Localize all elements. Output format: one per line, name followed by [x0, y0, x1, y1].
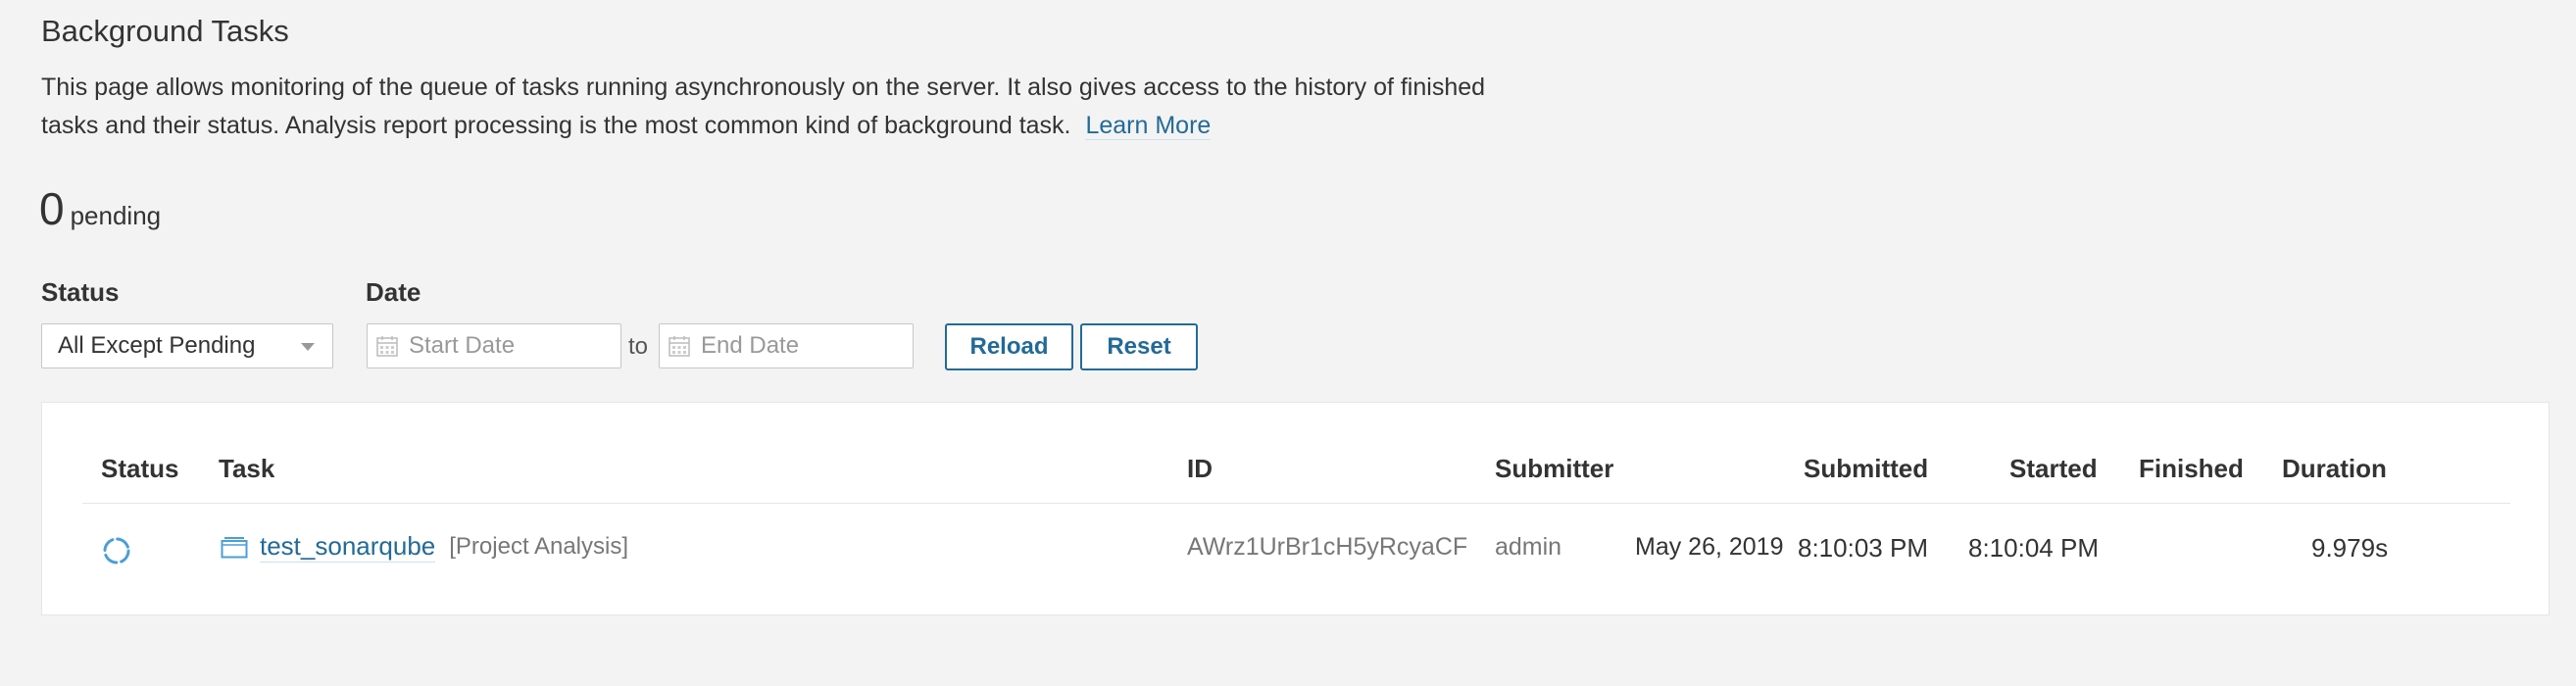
- tasks-table-panel: [41, 402, 2550, 615]
- column-header-submitter: Submitter: [1495, 454, 1614, 483]
- spinner-icon: [103, 537, 130, 564]
- calendar-icon: [669, 336, 690, 357]
- task-submitted-date: May 26, 2019: [1635, 533, 1784, 561]
- column-header-task: Task: [219, 454, 275, 483]
- pending-count: 0: [39, 183, 65, 234]
- page-title: Background Tasks: [41, 14, 289, 48]
- column-header-status: Status: [101, 454, 179, 483]
- status-select-value: All Except Pending: [58, 332, 256, 359]
- column-header-duration: Duration: [2282, 454, 2387, 483]
- status-select[interactable]: All Except Pending: [41, 323, 333, 368]
- page-description: This page allows monitoring of the queue…: [41, 69, 1629, 145]
- calendar-icon: [376, 336, 398, 357]
- column-header-started: Started: [2009, 454, 2098, 483]
- task-id: AWrz1UrBr1cH5yRcyaCF: [1187, 533, 1468, 561]
- task-cell: test_sonarqube [Project Analysis]: [221, 531, 628, 563]
- task-started: 8:10:04 PM: [1968, 533, 2099, 563]
- column-header-id: ID: [1187, 454, 1213, 483]
- reload-button[interactable]: Reload: [945, 323, 1073, 370]
- status-filter-label: Status: [41, 277, 120, 307]
- task-project-link[interactable]: test_sonarqube: [260, 531, 436, 563]
- start-date-placeholder: Start Date: [409, 332, 516, 359]
- task-duration: 9.979s: [2311, 533, 2389, 563]
- date-filter-label: Date: [366, 277, 421, 307]
- chevron-down-icon: [301, 343, 315, 351]
- pending-counter: 0 pending: [39, 182, 161, 235]
- column-header-submitted: Submitted: [1804, 454, 1929, 483]
- column-header-finished: Finished: [2139, 454, 2244, 483]
- description-line-2: tasks and their status. Analysis report …: [41, 112, 1071, 139]
- date-range-to-label: to: [628, 333, 649, 360]
- task-submitted-time: 8:10:03 PM: [1798, 533, 1928, 563]
- start-date-input[interactable]: Start Date: [367, 323, 621, 368]
- end-date-input[interactable]: End Date: [659, 323, 914, 368]
- learn-more-link[interactable]: Learn More: [1085, 112, 1212, 140]
- project-icon: [221, 537, 248, 559]
- end-date-placeholder: End Date: [701, 332, 800, 359]
- task-submitter: admin: [1495, 533, 1562, 561]
- task-type-label: [Project Analysis]: [449, 533, 628, 560]
- description-line-1: This page allows monitoring of the queue…: [41, 74, 1486, 101]
- reset-button[interactable]: Reset: [1080, 323, 1198, 370]
- pending-label: pending: [70, 201, 162, 230]
- table-header-divider: [82, 503, 2510, 504]
